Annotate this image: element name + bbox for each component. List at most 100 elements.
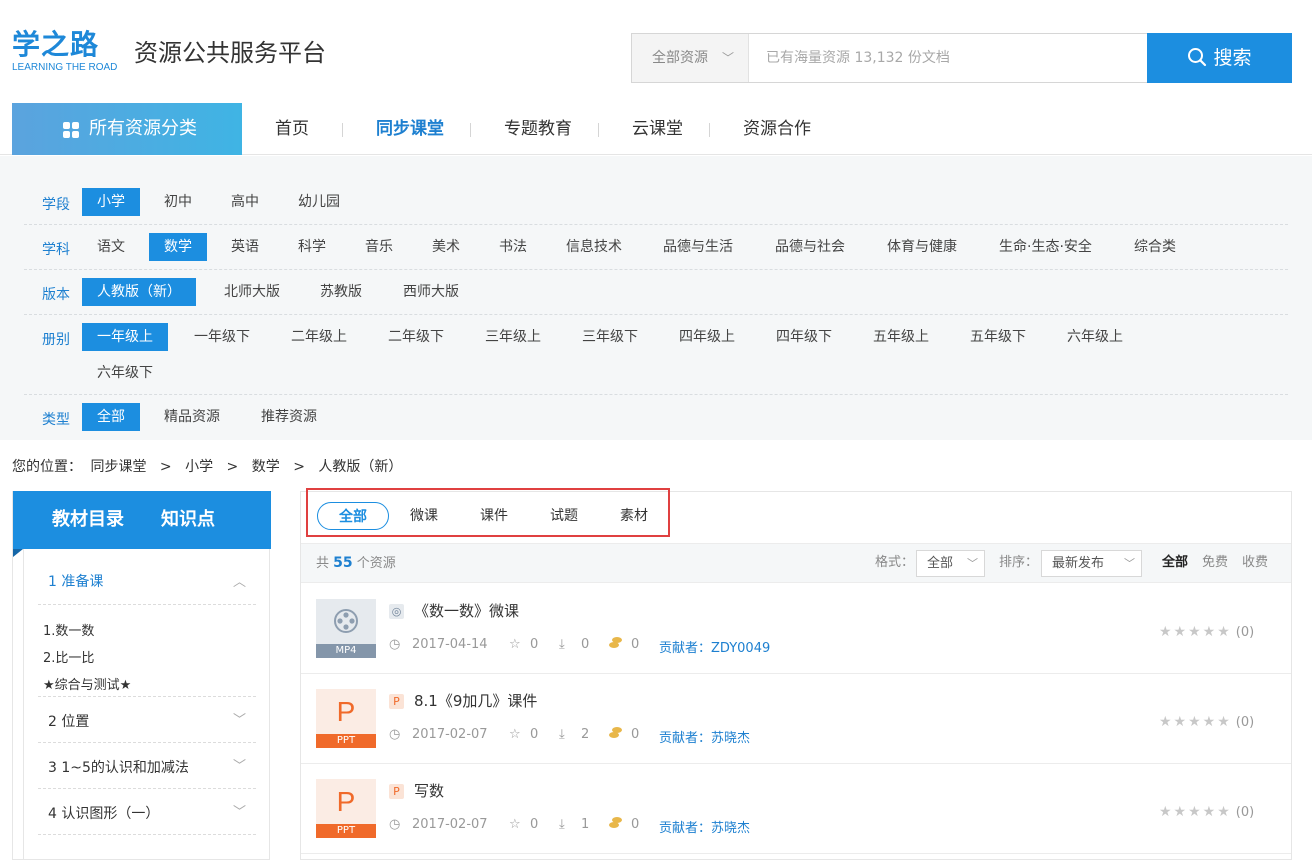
filter-row-edition: 版本 人教版（新） 北师大版 苏教版 西师大版 (24, 270, 1288, 315)
nav-item-cloud-class[interactable]: 云课堂 (632, 103, 683, 155)
favorite-count: 0 (530, 817, 539, 832)
search-input[interactable] (750, 34, 1147, 82)
filter-option[interactable]: 三年级下 (567, 323, 653, 351)
filter-option[interactable]: 三年级上 (470, 323, 556, 351)
filter-option[interactable]: 语文 (82, 233, 140, 261)
tab-courseware[interactable]: 课件 (466, 502, 522, 530)
resource-title[interactable]: P 8.1《9加几》课件 (389, 690, 537, 711)
tab-all[interactable]: 全部 (317, 502, 389, 530)
section-item[interactable]: 2.比一比 (43, 647, 94, 666)
filter-option[interactable]: 四年级下 (761, 323, 847, 351)
filter-option[interactable]: 四年级上 (664, 323, 750, 351)
filter-option[interactable]: 初中 (149, 188, 207, 216)
chevron-down-icon: ﹀ (722, 51, 735, 65)
resource-item[interactable]: MP4 ◎ 《数一数》微课 ◷ 2017-04-14 ☆ 0 ⤓ 0 0 贡献者：… (301, 584, 1291, 674)
filter-option[interactable]: 西师大版 (388, 278, 474, 306)
sort-select[interactable]: 最新发布 ﹀ (1041, 550, 1142, 577)
format-select[interactable]: 全部 ﹀ (916, 550, 985, 577)
section-item[interactable]: ★综合与测试★ (43, 674, 131, 693)
ppt-thumbnail[interactable]: P PPT (316, 689, 376, 748)
breadcrumb-item[interactable]: 人教版（新） (318, 459, 402, 475)
logo-main-text: 学之路 (12, 28, 100, 61)
filter-option[interactable]: 二年级下 (373, 323, 459, 351)
tab-micro-lesson[interactable]: 微课 (396, 502, 452, 530)
resource-title-text: 《数一数》微课 (414, 602, 520, 620)
tab-knowledge-points[interactable]: 知识点 (161, 491, 215, 549)
clock-icon: ◷ (389, 637, 401, 652)
search-category-select[interactable]: 全部资源 ﹀ (632, 34, 749, 82)
filter-option[interactable]: 苏教版 (305, 278, 377, 306)
price-filter-paid[interactable]: 收费 (1242, 544, 1268, 582)
chapter-item[interactable]: 2 位置 ﹀ (38, 697, 256, 743)
site-logo[interactable]: 学之路 LEARNING THE ROAD (12, 28, 132, 76)
filter-option[interactable]: 品德与生活 (648, 233, 748, 261)
sort-value: 最新发布 (1052, 556, 1105, 571)
search-button-label: 搜索 (1213, 47, 1252, 69)
filter-option[interactable]: 幼儿园 (283, 188, 355, 216)
nav-item-home[interactable]: 首页 (275, 103, 309, 155)
resource-author[interactable]: 贡献者：ZDY0049 (659, 637, 770, 656)
breadcrumb-item[interactable]: 小学 (185, 459, 213, 475)
breadcrumb-item[interactable]: 数学 (252, 459, 280, 475)
chapter-item[interactable]: 3 1~5的认识和加减法 ﹀ (38, 743, 256, 789)
tab-materials[interactable]: 素材 (606, 502, 662, 530)
resource-author[interactable]: 贡献者：苏晓杰 (659, 727, 750, 746)
filter-option[interactable]: 全部 (82, 403, 140, 431)
star-outline-icon: ☆ (509, 817, 521, 832)
filter-option[interactable]: 体育与健康 (872, 233, 972, 261)
chapter-label: 2 位置 (48, 714, 90, 730)
filter-option[interactable]: 英语 (216, 233, 274, 261)
resource-title[interactable]: ◎ 《数一数》微课 (389, 600, 519, 621)
filter-option[interactable]: 北师大版 (209, 278, 295, 306)
filter-option[interactable]: 六年级下 (82, 359, 168, 387)
resource-panel: 全部 微课 课件 试题 素材 共 55 个资源 格式： 全部 ﹀ 排序： 最新发… (300, 488, 1292, 860)
video-thumbnail[interactable]: MP4 (316, 599, 376, 658)
tab-textbook-catalog[interactable]: 教材目录 (52, 491, 124, 549)
filter-option[interactable]: 人教版（新） (82, 278, 196, 306)
all-categories-button[interactable]: 所有资源分类 (12, 103, 242, 155)
search-button[interactable]: 搜索 (1147, 33, 1292, 83)
filter-row-volume: 册别 一年级上 一年级下 二年级上 二年级下 三年级上 三年级下 四年级上 四年… (24, 315, 1288, 395)
filter-option[interactable]: 推荐资源 (246, 403, 332, 431)
logo-sub-text: LEARNING THE ROAD (12, 62, 118, 73)
resource-item[interactable]: P PPT P 写数 ◷ 2017-02-07 ☆ 0 ⤓ 1 0 贡献者：苏晓杰… (301, 764, 1291, 854)
filter-option[interactable]: 精品资源 (149, 403, 235, 431)
filter-option[interactable]: 音乐 (350, 233, 408, 261)
nav-item-topic-education[interactable]: 专题教育 (504, 103, 572, 155)
site-header: 学之路 LEARNING THE ROAD 资源公共服务平台 全部资源 ﹀ 搜索 (0, 0, 1312, 103)
filter-option[interactable]: 数学 (149, 233, 207, 261)
rating-count: (0) (1235, 805, 1255, 820)
filter-option[interactable]: 小学 (82, 188, 140, 216)
filter-option[interactable]: 综合类 (1119, 233, 1191, 261)
chapter-item[interactable]: 4 认识图形（一） ﹀ (38, 789, 256, 835)
filter-option[interactable]: 生命·生态·安全 (984, 233, 1107, 261)
filter-option[interactable]: 科学 (283, 233, 341, 261)
price-filter-all[interactable]: 全部 (1162, 544, 1188, 582)
resource-author[interactable]: 贡献者：苏晓杰 (659, 817, 750, 836)
filter-option[interactable]: 信息技术 (551, 233, 637, 261)
filter-option[interactable]: 书法 (484, 233, 542, 261)
filter-option[interactable]: 一年级上 (82, 323, 168, 351)
chevron-up-icon: ︿ (232, 575, 246, 590)
filter-option[interactable]: 美术 (417, 233, 475, 261)
filter-option[interactable]: 品德与社会 (760, 233, 860, 261)
filter-panel: 学段 小学 初中 高中 幼儿园 学科 语文 数学 英语 科学 音乐 美术 书法 … (0, 156, 1312, 440)
resource-title[interactable]: P 写数 (389, 780, 444, 801)
tab-exercises[interactable]: 试题 (536, 502, 592, 530)
section-item[interactable]: 1.数一数 (43, 620, 94, 639)
ppt-thumbnail[interactable]: P PPT (316, 779, 376, 838)
resource-title-text: 8.1《9加几》课件 (414, 692, 538, 710)
nav-item-sync-class[interactable]: 同步课堂 (376, 103, 444, 155)
chapter-item[interactable]: 1 准备课 ︿ (38, 549, 256, 605)
filter-option[interactable]: 五年级下 (955, 323, 1041, 351)
filter-option[interactable]: 高中 (216, 188, 274, 216)
filter-option[interactable]: 二年级上 (276, 323, 362, 351)
price-filter-free[interactable]: 免费 (1202, 544, 1228, 582)
breadcrumb-item[interactable]: 同步课堂 (90, 459, 146, 475)
filter-option[interactable]: 一年级下 (179, 323, 265, 351)
nav-item-cooperation[interactable]: 资源合作 (743, 103, 811, 155)
filter-option[interactable]: 六年级上 (1052, 323, 1138, 351)
resource-item[interactable]: P PPT P 8.1《9加几》课件 ◷ 2017-02-07 ☆ 0 ⤓ 2 0… (301, 674, 1291, 764)
filter-option[interactable]: 五年级上 (858, 323, 944, 351)
breadcrumb-separator: > (226, 459, 239, 475)
